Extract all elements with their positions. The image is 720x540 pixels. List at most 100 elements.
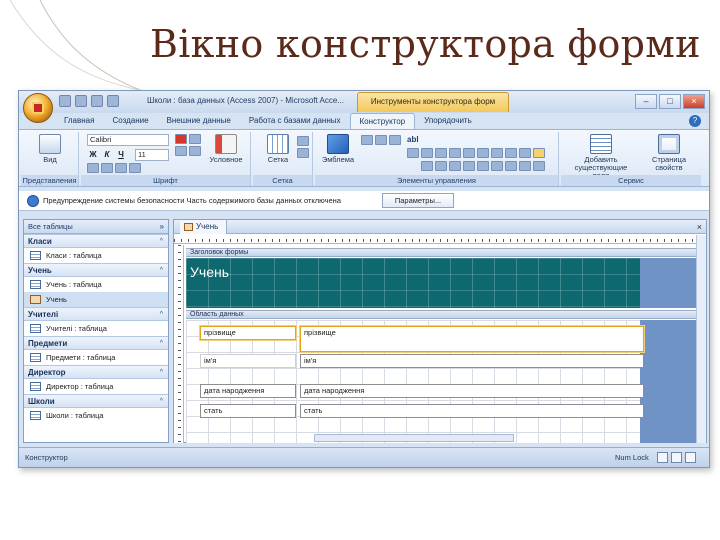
italic-button[interactable]: К — [101, 149, 113, 160]
vertical-scrollbar[interactable] — [696, 235, 706, 443]
format-painter-icon[interactable] — [129, 163, 141, 173]
textbox-tool[interactable]: abl — [407, 135, 419, 144]
customize-icon[interactable] — [107, 95, 119, 107]
option-tool-icon[interactable] — [463, 148, 475, 158]
font-size-select[interactable]: 11 — [135, 149, 169, 161]
view-button[interactable]: Вид — [31, 134, 69, 172]
form-header-section-bar[interactable]: Заголовок формы — [186, 248, 696, 257]
button-tool-icon[interactable] — [421, 148, 433, 158]
nav-group-uchen[interactable]: Учень ^ — [24, 263, 168, 277]
align-left-icon[interactable] — [87, 163, 99, 173]
form-view-icon[interactable] — [657, 452, 668, 463]
nav-item-shkoly-table[interactable]: Школи : таблица — [24, 408, 168, 423]
label-name[interactable]: ім'я — [200, 354, 296, 368]
chart-tool-icon[interactable] — [519, 161, 531, 171]
line-color-icon[interactable] — [175, 146, 187, 156]
form-header-area[interactable] — [186, 258, 696, 308]
nav-item-dyrektor-table[interactable]: Директор : таблица — [24, 379, 168, 394]
nav-item-uchyteli-table[interactable]: Учителі : таблица — [24, 321, 168, 336]
horizontal-scrollbar[interactable] — [314, 434, 514, 442]
layout-view-icon[interactable] — [671, 452, 682, 463]
collapse-icon[interactable]: ^ — [160, 264, 163, 277]
align-center-icon[interactable] — [101, 163, 113, 173]
tab-home[interactable]: Главная — [55, 113, 103, 129]
label-tool-icon[interactable] — [407, 148, 419, 158]
form-header-title-label[interactable]: Учень — [190, 264, 229, 280]
line-width-icon[interactable] — [189, 146, 201, 156]
tab-design[interactable]: Конструктор — [349, 113, 416, 129]
nav-header[interactable]: Все таблицы » — [24, 220, 168, 234]
underline-button[interactable]: Ч — [115, 149, 127, 160]
label-gender[interactable]: стать — [200, 404, 296, 418]
minimize-icon[interactable]: – — [635, 94, 657, 109]
font-color-icon[interactable] — [175, 134, 187, 144]
fill-color-icon[interactable] — [189, 134, 201, 144]
undo-icon[interactable] — [75, 95, 87, 107]
close-document-icon[interactable]: × — [697, 220, 702, 234]
tab-tool-icon[interactable] — [435, 148, 447, 158]
gridlines-icon[interactable] — [297, 136, 309, 146]
rect-tool-icon[interactable] — [533, 148, 545, 158]
label-surname[interactable]: прізвище — [200, 326, 296, 340]
nav-group-klasy[interactable]: Класи ^ — [24, 234, 168, 248]
nav-group-predmety[interactable]: Предмети ^ — [24, 336, 168, 350]
nav-item-klasy-table[interactable]: Класи : таблица — [24, 248, 168, 263]
tab-create[interactable]: Создание — [103, 113, 157, 129]
image-tool-icon[interactable] — [421, 161, 433, 171]
tab-database-tools[interactable]: Работа с базами данных — [240, 113, 350, 129]
nav-group-dyrektor[interactable]: Директор ^ — [24, 365, 168, 379]
nav-item-predmety-table[interactable]: Предмети : таблица — [24, 350, 168, 365]
collapse-icon[interactable]: ^ — [160, 366, 163, 379]
field-gender[interactable]: стать — [300, 404, 644, 418]
help-icon[interactable]: ? — [689, 115, 701, 127]
design-view-icon[interactable] — [685, 452, 696, 463]
checkbox-tool-icon[interactable] — [449, 148, 461, 158]
field-surname[interactable]: прізвище — [300, 326, 644, 352]
label-birthdate[interactable]: дата народження — [200, 384, 296, 398]
collapse-icon[interactable]: ^ — [160, 337, 163, 350]
options-button[interactable]: Параметры... — [382, 193, 454, 208]
maximize-icon[interactable]: □ — [659, 94, 681, 109]
nav-group-uchyteli[interactable]: Учителі ^ — [24, 307, 168, 321]
grid-button[interactable]: Сетка — [259, 134, 297, 172]
frame-tool-icon[interactable] — [449, 161, 461, 171]
bold-button[interactable]: Ж — [87, 149, 99, 160]
nav-group-shkoly[interactable]: Школи ^ — [24, 394, 168, 408]
bound-frame-tool-icon[interactable] — [463, 161, 475, 171]
conditional-format-button[interactable]: Условное — [207, 134, 245, 172]
chevron-down-icon[interactable]: » — [160, 220, 164, 234]
detail-section-bar[interactable]: Область данных — [186, 310, 696, 319]
redo-icon[interactable] — [91, 95, 103, 107]
list-tool-icon[interactable] — [491, 148, 503, 158]
title-icon[interactable] — [361, 135, 373, 145]
subform-tool-icon[interactable] — [435, 161, 447, 171]
nav-item-uchen-table[interactable]: Учень : таблица — [24, 277, 168, 292]
hyperlink-tool-icon[interactable] — [505, 161, 517, 171]
property-sheet-button[interactable]: Страница свойств — [645, 134, 693, 172]
toggle-tool-icon[interactable] — [477, 148, 489, 158]
add-existing-fields-button[interactable]: Добавить существующие поля — [571, 134, 631, 180]
more-controls-icon[interactable] — [533, 161, 545, 171]
document-tab-uchen[interactable]: Учень — [180, 220, 228, 234]
office-button[interactable] — [23, 93, 53, 123]
page-numbers-icon[interactable] — [375, 135, 387, 145]
attachment-tool-icon[interactable] — [477, 161, 489, 171]
date-time-icon[interactable] — [389, 135, 401, 145]
tab-external-data[interactable]: Внешние данные — [158, 113, 240, 129]
font-name-select[interactable]: Calibri — [87, 134, 169, 146]
page-break-tool-icon[interactable] — [491, 161, 503, 171]
field-name[interactable]: ім'я — [300, 354, 644, 368]
field-birthdate[interactable]: дата народження — [300, 384, 644, 398]
spacing-icon[interactable] — [297, 148, 309, 158]
align-right-icon[interactable] — [115, 163, 127, 173]
close-window-icon[interactable]: × — [683, 94, 705, 109]
collapse-icon[interactable]: ^ — [160, 395, 163, 408]
tab-arrange[interactable]: Упорядочить — [415, 113, 481, 129]
logo-button[interactable]: Эмблема — [319, 134, 357, 172]
collapse-icon[interactable]: ^ — [160, 308, 163, 321]
combo-tool-icon[interactable] — [505, 148, 517, 158]
nav-item-uchen-form[interactable]: Учень — [24, 292, 168, 307]
collapse-icon[interactable]: ^ — [160, 235, 163, 248]
save-icon[interactable] — [59, 95, 71, 107]
line-tool-icon[interactable] — [519, 148, 531, 158]
